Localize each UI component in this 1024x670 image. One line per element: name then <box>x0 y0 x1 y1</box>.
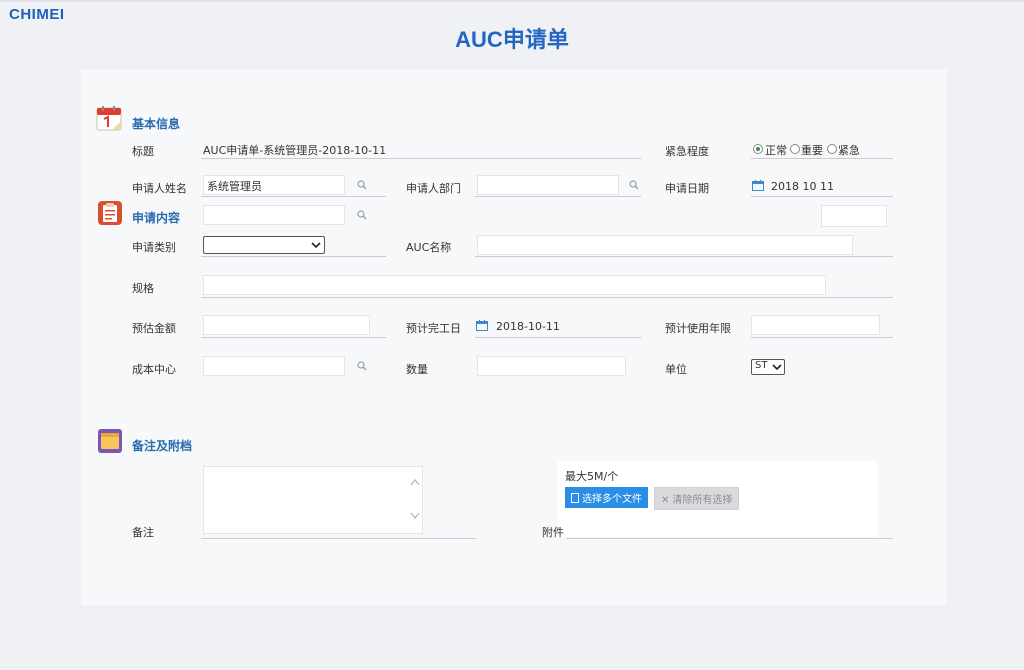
cost-center-input[interactable] <box>203 356 345 376</box>
chevron-down-icon <box>772 362 782 372</box>
urgency-option-important: 重要 <box>801 144 823 157</box>
spec-underline <box>201 297 893 298</box>
choose-files-button[interactable]: 选择多个文件 <box>565 487 648 508</box>
life-years-input[interactable] <box>751 315 880 335</box>
unit-label: 单位 <box>665 363 687 376</box>
urgency-radio-important[interactable] <box>790 144 800 154</box>
apply-date-underline <box>751 196 893 197</box>
spec-label: 规格 <box>132 282 154 295</box>
urgency-label: 紧急程度 <box>665 145 709 158</box>
attachment-underline <box>566 538 893 539</box>
file-icon <box>571 493 579 503</box>
choose-files-label: 选择多个文件 <box>582 494 642 505</box>
life-years-underline <box>751 337 893 338</box>
category-select[interactable] <box>203 236 325 254</box>
page-title: AUC申请单 <box>455 27 569 52</box>
form-panel: 基本信息 标题 AUC申请单-系统管理员-2018-10-11 紧急程度 正常 … <box>81 69 947 605</box>
search-icon[interactable] <box>629 180 639 190</box>
urgency-underline <box>751 158 893 159</box>
urgency-radio-urgent[interactable] <box>827 144 837 154</box>
chevron-down-icon <box>311 240 321 250</box>
auc-name-underline <box>475 256 893 257</box>
subject-underline <box>201 158 641 159</box>
quantity-label: 数量 <box>406 363 428 376</box>
apply-date-value[interactable]: 2018 10 11 <box>771 180 834 193</box>
estimate-underline <box>201 337 386 338</box>
subject-label: 标题 <box>132 145 154 158</box>
finish-date-label: 预计完工日 <box>406 322 461 335</box>
life-years-label: 预计使用年限 <box>665 322 731 335</box>
auc-name-input[interactable] <box>477 235 853 255</box>
clipboard-icon <box>97 200 122 225</box>
section-title-content: 申请内容 <box>132 211 181 225</box>
close-icon: ✕ <box>661 495 670 506</box>
clear-selection-button[interactable]: ✕ 清除所有选择 <box>654 487 740 510</box>
quantity-input[interactable] <box>477 356 626 376</box>
content-extra-input[interactable] <box>203 205 345 225</box>
finish-date-value[interactable]: 2018-10-11 <box>496 320 560 333</box>
remark-underline <box>201 538 476 539</box>
folder-icon <box>97 428 122 453</box>
applicant-input[interactable]: 系统管理员 <box>203 175 345 195</box>
calendar-icon[interactable] <box>752 180 764 191</box>
calendar-icon <box>96 105 122 131</box>
estimate-input[interactable] <box>203 315 370 335</box>
attachment-label: 附件 <box>542 526 564 539</box>
applicant-underline <box>201 196 386 197</box>
clear-selection-label: 清除所有选择 <box>672 495 733 506</box>
auc-name-label: AUC名称 <box>406 241 452 254</box>
department-label: 申请人部门 <box>406 182 461 195</box>
unit-select[interactable]: ST <box>751 359 785 375</box>
finish-date-underline <box>475 337 641 338</box>
section-title-basic: 基本信息 <box>132 117 181 131</box>
search-icon[interactable] <box>357 210 367 220</box>
subject-input[interactable]: AUC申请单-系统管理员-2018-10-11 <box>203 142 386 158</box>
calendar-icon[interactable] <box>476 320 488 331</box>
category-label: 申请类别 <box>132 241 176 254</box>
top-border <box>0 0 1024 2</box>
section-title-remarks: 备注及附档 <box>132 439 193 453</box>
content-side-input[interactable] <box>821 205 887 227</box>
unit-selected-value: ST <box>755 360 768 371</box>
estimate-label: 预估金额 <box>132 322 176 335</box>
apply-date-label: 申请日期 <box>665 182 709 195</box>
company-logo: CHIMEI <box>9 6 65 23</box>
cost-center-label: 成本中心 <box>132 363 176 376</box>
scrollbar[interactable] <box>408 467 422 533</box>
search-icon[interactable] <box>357 361 367 371</box>
remark-label: 备注 <box>132 526 154 539</box>
department-input[interactable] <box>477 175 619 195</box>
search-icon[interactable] <box>357 180 367 190</box>
category-underline <box>201 256 386 257</box>
applicant-label: 申请人姓名 <box>132 182 187 195</box>
urgency-radio-normal[interactable] <box>753 144 763 154</box>
remark-textarea[interactable] <box>203 466 423 534</box>
spec-input[interactable] <box>203 275 826 295</box>
urgency-option-urgent: 紧急 <box>838 144 860 157</box>
department-underline <box>475 196 641 197</box>
urgency-option-normal: 正常 <box>765 144 787 157</box>
attachment-hint: 最大5M/个 <box>565 470 619 483</box>
